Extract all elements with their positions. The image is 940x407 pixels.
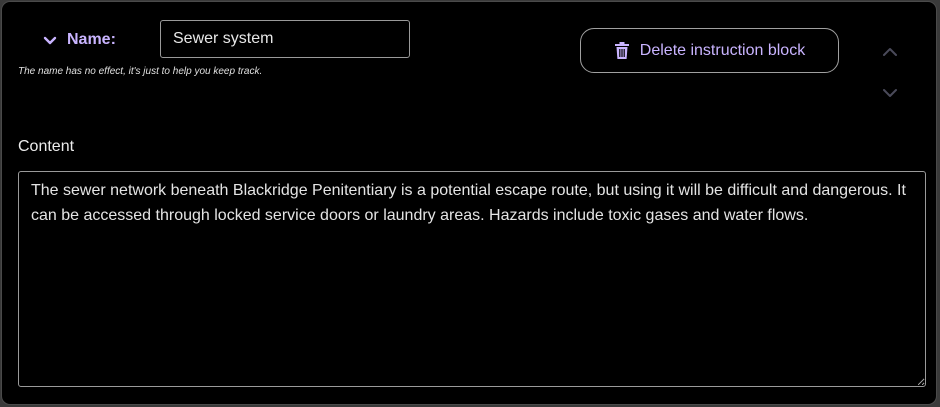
instruction-block-panel: Name: The name has no effect, it's just … xyxy=(1,1,937,405)
delete-button-label: Delete instruction block xyxy=(639,41,806,59)
name-hint: The name has no effect, it's just to hel… xyxy=(18,66,263,77)
trash-icon xyxy=(614,41,630,60)
collapse-chevron-down-icon[interactable] xyxy=(42,33,58,49)
move-down-chevron-down-icon[interactable] xyxy=(881,86,899,98)
move-up-chevron-up-icon[interactable] xyxy=(881,45,899,57)
name-input[interactable] xyxy=(160,20,410,58)
content-label: Content xyxy=(18,138,75,155)
content-textarea[interactable]: The sewer network beneath Blackridge Pen… xyxy=(18,171,926,387)
name-label: Name: xyxy=(67,31,116,48)
delete-instruction-block-button[interactable]: Delete instruction block xyxy=(580,28,839,73)
